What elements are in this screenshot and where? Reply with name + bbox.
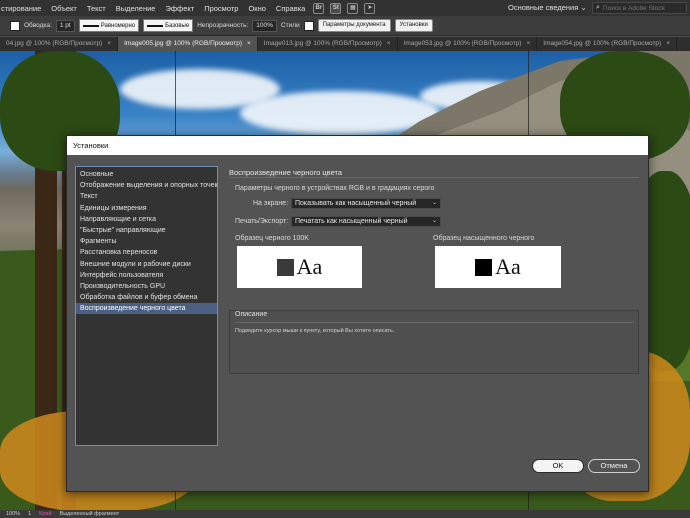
tab-label: Image005.jpg @ 100% (RGB/Просмотр) [124,40,242,47]
document-tabs: 04.jpg @ 100% (RGB/Просмотр) × Image005.j… [0,37,690,51]
print-export-value: Печатать как насыщенный черный [295,218,408,225]
opacity-label: Непрозрачность: [197,22,249,29]
sample-rich-black: Aa [435,246,561,288]
tab-doc-4[interactable]: Image053.jpg @ 100% (RGB/Просмотр) × [398,37,538,51]
dialog-title: Установки [67,136,648,155]
tab-doc-5[interactable]: Image054.jpg @ 100% (RGB/Просмотр) × [537,37,677,51]
panel-title: Воспроизведение черного цвета [229,168,343,177]
sample-text: Aa [495,254,521,279]
brush-line-icon [147,24,164,27]
category-general[interactable]: Основные [76,169,217,180]
preferences-button[interactable]: Установки [394,19,433,32]
stroke-profile-select[interactable]: Равномерно [78,19,140,32]
document-settings-button[interactable]: Параметры документа [317,19,391,32]
description-title: Описание [235,311,268,318]
category-smart-guides[interactable]: "Быстрые" направляющие [76,225,217,236]
print-label: Печать/Экспорт: [235,218,289,225]
styles-swatch[interactable] [303,20,314,31]
chevron-down-icon: ⌄ [431,200,437,206]
page-number[interactable]: 1 [28,511,31,517]
category-plugins-scratch[interactable]: Внешние модули и рабочие диски [76,259,217,270]
menu-item-type[interactable]: Текст [82,4,111,13]
stock-search[interactable]: ⌕ [592,2,687,14]
stock-search-input[interactable] [602,4,683,12]
sample2-label: Образец насыщенного черного [433,235,535,242]
category-type[interactable]: Текст [76,191,217,202]
category-selection-display[interactable]: Отображение выделения и опорных точек [76,180,218,191]
status-bar: 100% 1 Край Выделенный фрагмент [0,510,690,518]
menu-item-object[interactable]: Объект [46,4,82,13]
category-list: Основные Отображение выделения и опорных… [75,166,218,446]
close-icon[interactable]: × [387,40,391,47]
category-units[interactable]: Единицы измерения [76,203,217,214]
sample-text: Aa [296,254,323,279]
print-export-select[interactable]: Печатать как насыщенный черный ⌄ [291,216,441,227]
category-file-handling[interactable]: Обработка файлов и буфер обмена [76,292,217,303]
tab-label: Image053.jpg @ 100% (RGB/Просмотр) [403,40,522,47]
status-tag: Край [39,511,52,517]
close-icon[interactable]: × [247,40,251,47]
tab-label: Image054.jpg @ 100% (RGB/Просмотр) [543,40,662,47]
grid-icon[interactable]: ▦ [347,2,359,14]
menu-item-window[interactable]: Окно [243,4,270,13]
opacity-field[interactable]: 100% [252,19,277,32]
brush-select[interactable]: Базовые [143,19,194,32]
search-icon: ⌕ [596,4,600,11]
chevron-down-icon: ⌄ [431,218,437,224]
category-user-interface[interactable]: Интерфейс пользователя [76,270,217,281]
rich-black-swatch [475,258,493,276]
bridge-icon[interactable]: Br [313,2,325,14]
category-hyphenation[interactable]: Расстановка переносов [76,247,217,258]
tab-doc-3[interactable]: Image013.jpg @ 100% (RGB/Просмотр) × [258,37,398,51]
preferences-dialog: Установки Основные Отображение выделения… [66,135,649,492]
current-tool: Выделенный фрагмент [59,511,120,517]
menu-item-help[interactable]: Справка [271,4,310,13]
menu-item-edit[interactable]: стирование [0,4,46,13]
on-screen-value: Показывать как насыщенный черный [295,200,417,207]
black-swatch [276,258,294,276]
tab-label: Image013.jpg @ 100% (RGB/Просмотр) [263,40,382,47]
on-screen-label: На экране: [253,200,289,207]
close-icon[interactable]: × [107,40,111,47]
gpu-rocket-icon[interactable]: ➤ [364,2,376,14]
panel-divider [229,177,639,178]
workspace-label: Основные сведения [508,3,579,12]
tab-doc-1[interactable]: 04.jpg @ 100% (RGB/Просмотр) × [0,37,119,51]
category-black-appearance[interactable]: Воспроизведение черного цвета [76,303,217,315]
ok-button[interactable]: OK [532,459,584,473]
stroke-label: Обводка: [24,22,52,29]
tab-label: 04.jpg @ 100% (RGB/Просмотр) [6,40,103,47]
stroke-profile-label: Равномерно [100,22,136,29]
fill-swatch[interactable] [10,20,20,31]
cancel-button[interactable]: Отмена [588,459,640,473]
category-gpu-performance[interactable]: Производительность GPU [76,281,217,292]
menu-item-view[interactable]: Просмотр [199,4,243,13]
brush-label: Базовые [165,22,190,29]
description-divider [235,322,633,323]
close-icon[interactable]: × [666,40,670,47]
chevron-down-icon: ⌄ [580,3,587,12]
control-bar: Обводка: 1 pt Равномерно Базовые Непрозр… [0,16,690,36]
stroke-weight-field[interactable]: 1 pt [55,19,75,32]
category-slices[interactable]: Фрагменты [76,236,217,247]
zoom-level[interactable]: 100% [6,511,20,517]
close-icon[interactable]: × [526,40,530,47]
description-box: Описание Подведите курсор мыши к пункту,… [229,310,639,374]
menu-item-select[interactable]: Выделение [111,4,161,13]
styles-label: Стили [280,22,300,29]
stock-icon[interactable]: St [330,2,342,14]
workspace-switcher[interactable]: Основные сведения ⌄ [508,3,587,12]
menu-item-effect[interactable]: Эффект [160,4,199,13]
on-screen-select[interactable]: Показывать как насыщенный черный ⌄ [291,198,441,209]
tab-doc-2[interactable]: Image005.jpg @ 100% (RGB/Просмотр) × [118,37,258,51]
description-text: Подведите курсор мыши к пункту, который … [235,328,395,334]
sample-black-100k: Aa [237,246,362,288]
group-label: Параметры черного в устройствах RGB и в … [235,185,435,192]
sample1-label: Образец черного 100K [235,235,309,242]
category-guides-grid[interactable]: Направляющие и сетка [76,214,217,225]
stroke-line-icon [82,24,99,27]
